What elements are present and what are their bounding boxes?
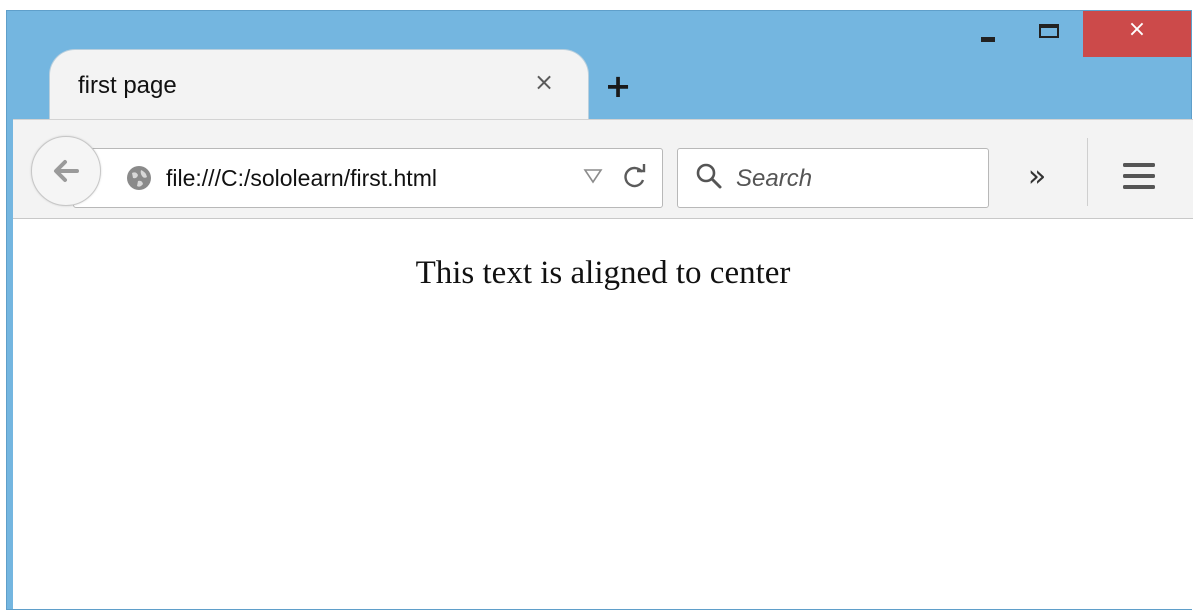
- close-window-button[interactable]: ×: [1083, 11, 1191, 57]
- overflow-chevron-button[interactable]: »: [1013, 152, 1061, 200]
- maximize-icon: [1039, 24, 1059, 38]
- back-button[interactable]: [31, 136, 101, 206]
- hamburger-menu-icon[interactable]: [1117, 154, 1161, 198]
- globe-icon: [127, 166, 151, 190]
- minimize-icon: [981, 36, 995, 42]
- url-text: file:///C:/sololearn/first.html: [166, 165, 437, 191]
- address-bar[interactable]: file:///C:/sololearn/first.html: [73, 148, 663, 208]
- tab-title: first page: [78, 72, 177, 99]
- search-bar[interactable]: Search: [677, 148, 989, 208]
- back-arrow-icon: [54, 160, 79, 182]
- close-icon: ×: [1127, 16, 1147, 42]
- navigation-toolbar: file:///C:/sololearn/first.html Search »: [13, 119, 1193, 219]
- search-placeholder: Search: [736, 165, 813, 192]
- tab-close-icon[interactable]: ×: [526, 64, 562, 100]
- tab-first-page[interactable]: first page ×: [49, 49, 589, 121]
- search-icon: [696, 163, 722, 189]
- new-tab-button[interactable]: +: [599, 67, 637, 105]
- reload-icon[interactable]: [620, 161, 650, 191]
- toolbar-divider: [1087, 138, 1088, 206]
- browser-window: × first page × + file:///C:/sololearn/fi…: [6, 10, 1193, 610]
- dropdown-triangle-icon[interactable]: [582, 165, 604, 187]
- maximize-button[interactable]: [1019, 11, 1079, 57]
- page-content: This text is aligned to center: [13, 219, 1193, 609]
- minimize-button[interactable]: [963, 11, 1013, 57]
- centered-text: This text is aligned to center: [415, 255, 791, 291]
